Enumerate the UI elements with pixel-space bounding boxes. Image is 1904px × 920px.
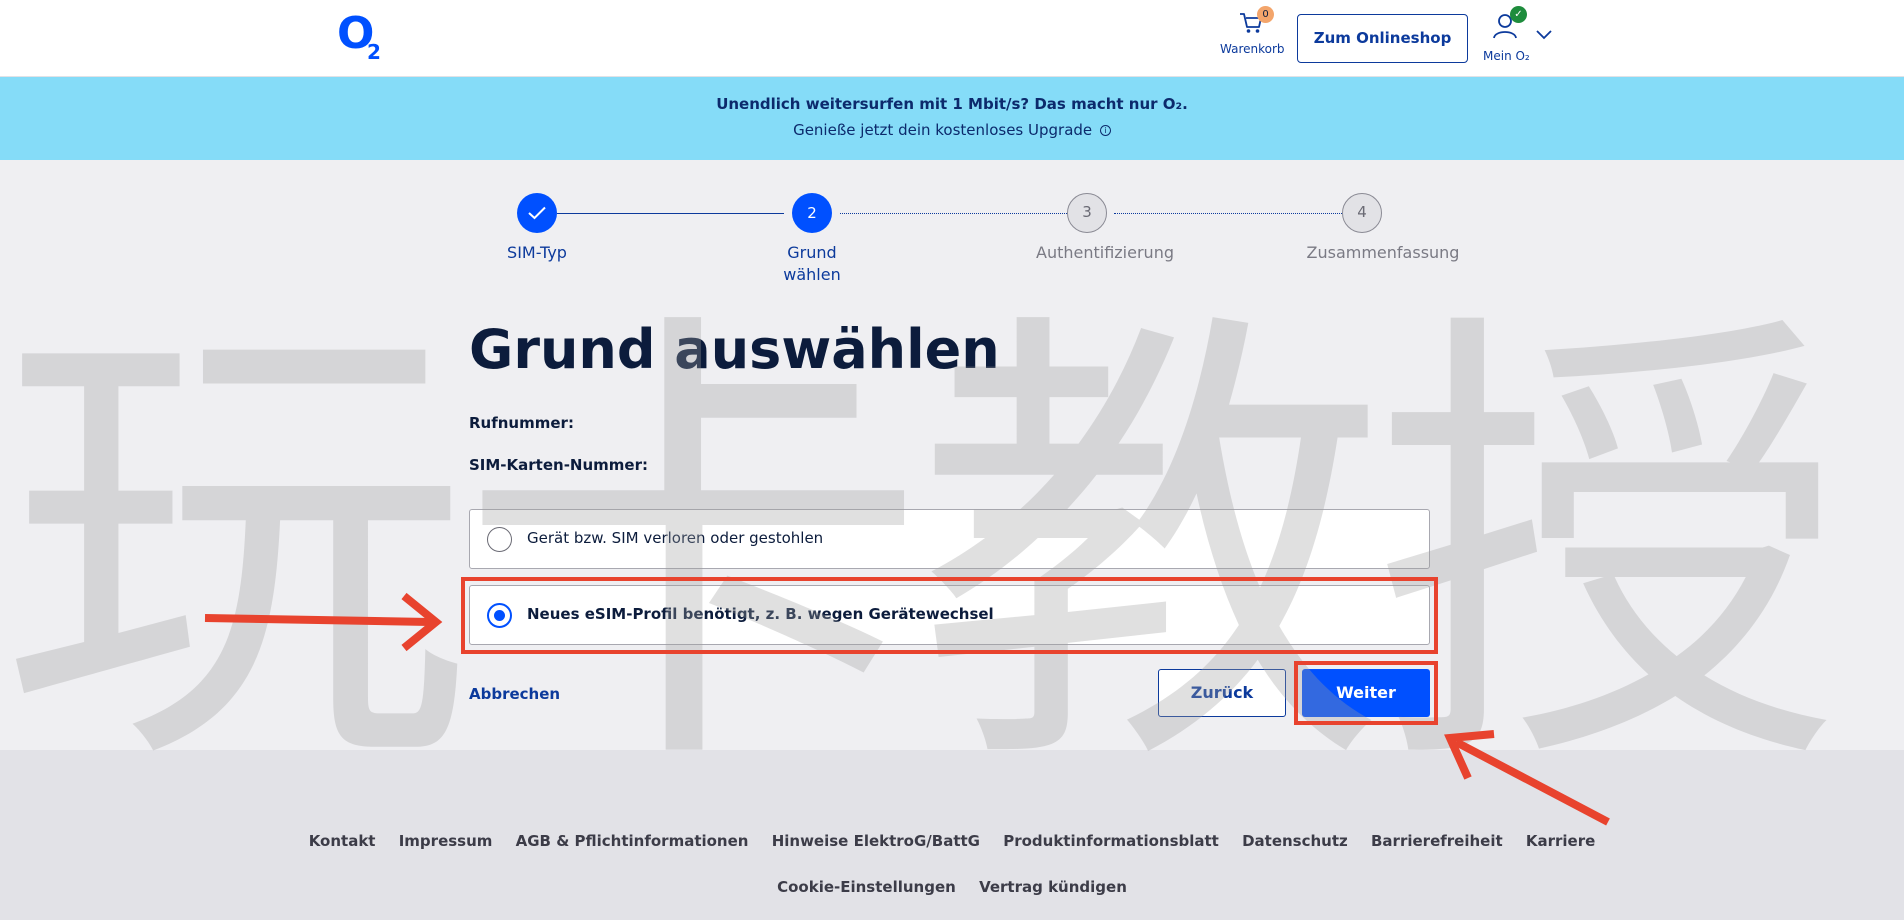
online-shop-button[interactable]: Zum Onlineshop xyxy=(1297,14,1468,63)
account-label: Mein O₂ xyxy=(1483,49,1530,63)
radio-button[interactable] xyxy=(487,527,512,552)
footer-link[interactable]: Datenschutz xyxy=(1242,832,1348,850)
checkmark-icon xyxy=(528,206,546,220)
site-footer: Kontakt Impressum AGB & Pflichtinformati… xyxy=(0,750,1904,920)
cancel-link[interactable]: Abbrechen xyxy=(469,685,560,703)
footer-link[interactable]: Vertrag kündigen xyxy=(979,878,1127,896)
cart-button[interactable]: 0 Warenkorb xyxy=(1220,6,1285,56)
option-label: Gerät bzw. SIM verloren oder gestohlen xyxy=(527,529,824,547)
footer-link[interactable]: Barrierefreiheit xyxy=(1371,832,1503,850)
logged-in-check-badge: ✓ xyxy=(1510,6,1527,23)
step-3-circle: 3 xyxy=(1067,193,1107,233)
chevron-down-icon[interactable] xyxy=(1536,30,1552,40)
footer-link[interactable]: Kontakt xyxy=(309,832,376,850)
promo-headline: Unendlich weitersurfen mit 1 Mbit/s? Das… xyxy=(716,95,1188,113)
footer-link[interactable]: AGB & Pflichtinformationen xyxy=(516,832,749,850)
step-2-label: Grund wählen xyxy=(712,242,912,286)
footer-links-row-2: Cookie-Einstellungen Vertrag kündigen xyxy=(0,878,1904,896)
highlight-box-next-button xyxy=(1294,661,1438,725)
footer-link[interactable]: Karriere xyxy=(1526,832,1595,850)
reason-option-lost-stolen[interactable]: Gerät bzw. SIM verloren oder gestohlen xyxy=(469,509,1430,569)
promo-link[interactable]: Genieße jetzt dein kostenloses Upgrade xyxy=(793,121,1092,139)
site-header: O 2 0 Warenkorb Zum Onlineshop ✓ Mein O₂ xyxy=(0,0,1904,77)
footer-link[interactable]: Produktinformationsblatt xyxy=(1003,832,1219,850)
highlight-box-option xyxy=(461,577,1438,654)
step-connector xyxy=(840,213,1067,214)
arrow-right-icon xyxy=(204,592,443,652)
step-4-circle: 4 xyxy=(1342,193,1382,233)
phone-number-label: Rufnummer: xyxy=(469,414,574,432)
step-2-label-line1: Grund xyxy=(787,243,837,262)
step-2-label-line2: wählen xyxy=(783,265,841,284)
page-title: Grund auswählen xyxy=(469,318,1000,381)
footer-link[interactable]: Impressum xyxy=(399,832,493,850)
logo-number: 2 xyxy=(367,40,381,64)
step-connector xyxy=(1114,213,1342,214)
o2-logo[interactable]: O 2 xyxy=(337,12,381,65)
step-4-label: Zusammenfassung xyxy=(1306,243,1460,262)
footer-link[interactable]: Cookie-Einstellungen xyxy=(777,878,956,896)
promo-link-row[interactable]: Genieße jetzt dein kostenloses Upgrade i xyxy=(0,121,1904,139)
footer-link[interactable]: Hinweise ElektroG/BattG xyxy=(772,832,980,850)
step-connector-done xyxy=(557,213,784,214)
step-3-label: Authentifizierung xyxy=(1036,243,1174,262)
back-button[interactable]: Zurück xyxy=(1158,669,1286,717)
cart-count-badge: 0 xyxy=(1257,6,1274,23)
info-icon[interactable]: i xyxy=(1099,125,1111,136)
sim-card-number-label: SIM-Karten-Nummer: xyxy=(469,456,648,474)
step-1-circle xyxy=(517,193,557,233)
footer-links-row-1: Kontakt Impressum AGB & Pflichtinformati… xyxy=(0,832,1904,850)
promo-banner: Unendlich weitersurfen mit 1 Mbit/s? Das… xyxy=(0,77,1904,160)
step-1-label: SIM-Typ xyxy=(507,243,567,262)
step-2-circle: 2 xyxy=(792,193,832,233)
cart-label: Warenkorb xyxy=(1220,42,1285,56)
